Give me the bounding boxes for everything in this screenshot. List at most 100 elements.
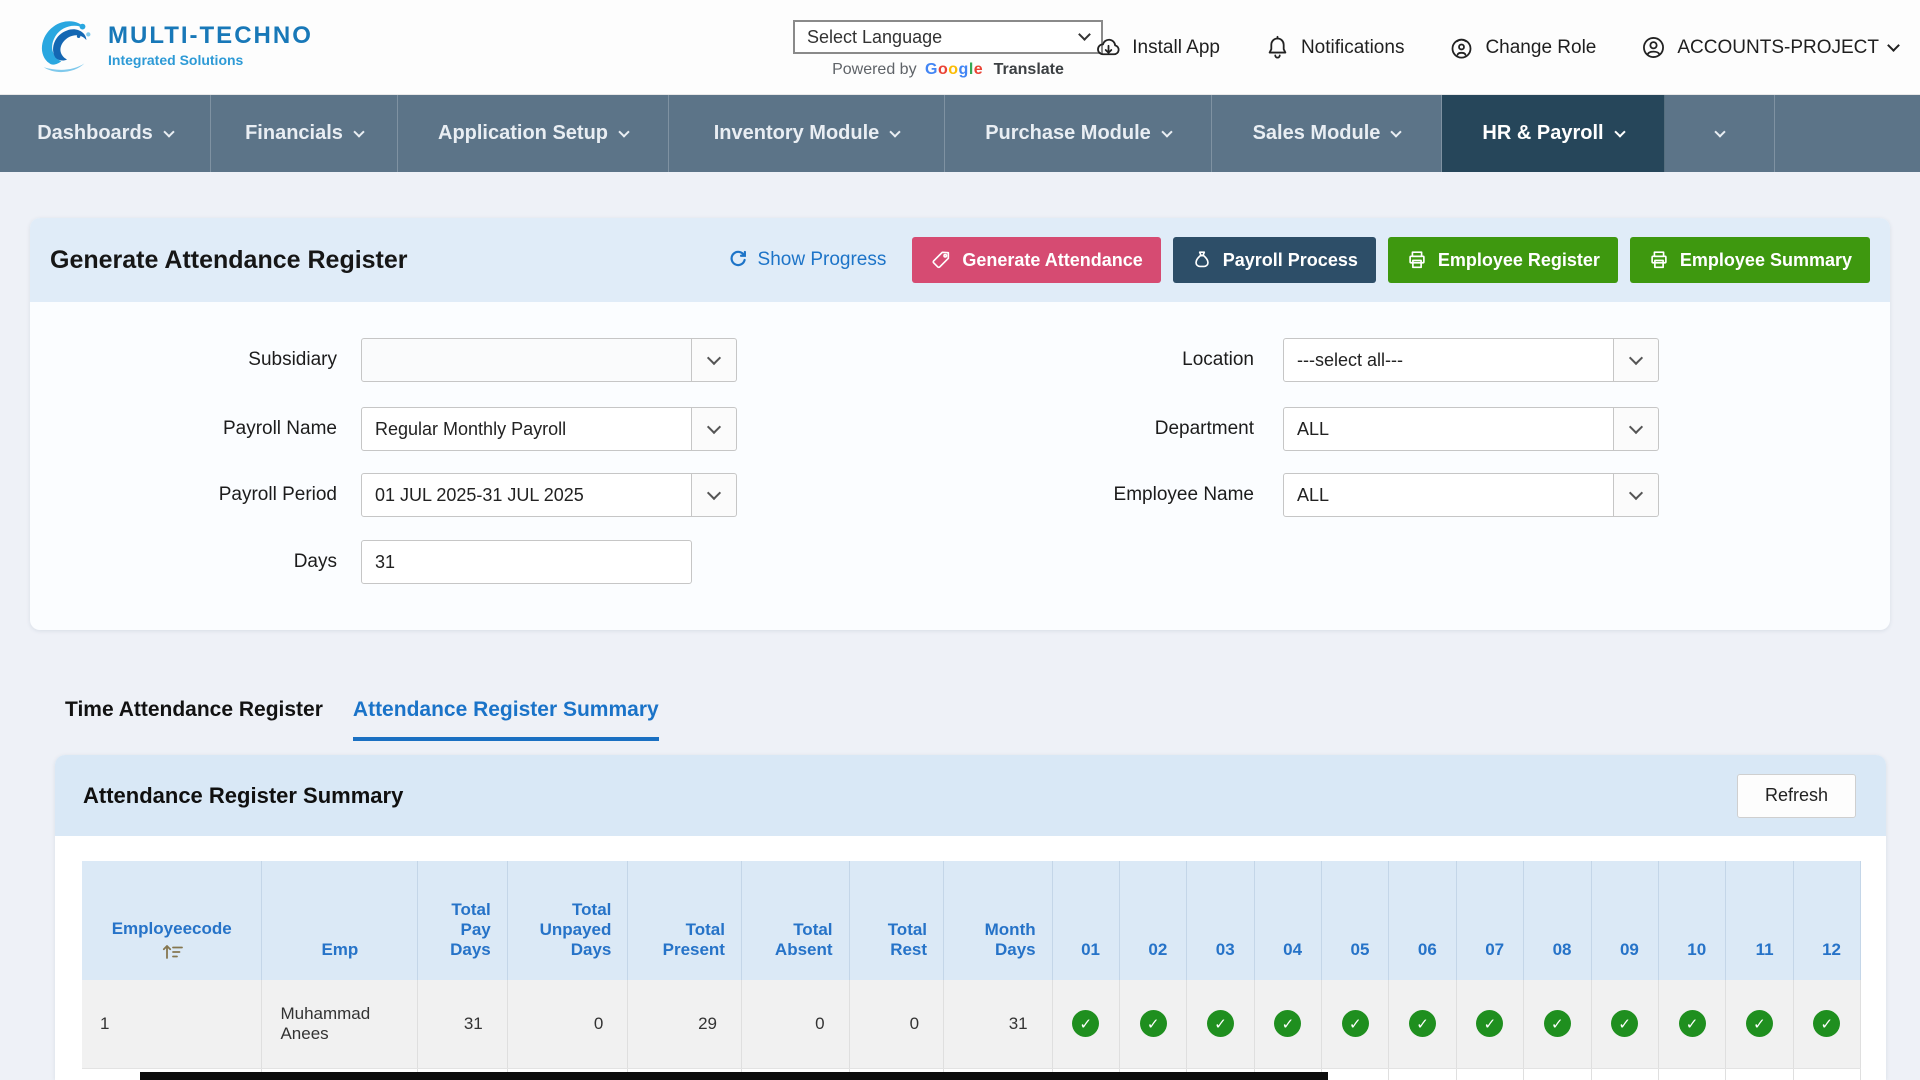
employee-name-select[interactable]: ALL bbox=[1283, 473, 1659, 517]
col-total-rest: Total Rest bbox=[849, 861, 944, 980]
nav-more-button[interactable] bbox=[1665, 95, 1775, 172]
show-progress-link[interactable]: Show Progress bbox=[727, 249, 887, 271]
payroll-process-button[interactable]: Payroll Process bbox=[1173, 237, 1376, 283]
printer-icon bbox=[1406, 249, 1428, 271]
cloud-download-icon bbox=[1095, 34, 1122, 61]
chevron-down-icon bbox=[1391, 126, 1402, 137]
department-select[interactable]: ALL bbox=[1283, 407, 1659, 451]
tab-attendance-register-summary[interactable]: Attendance Register Summary bbox=[353, 698, 659, 741]
payroll-period-label: Payroll Period bbox=[30, 484, 337, 506]
chevron-down-icon[interactable] bbox=[692, 338, 737, 382]
present-check-icon bbox=[1679, 1010, 1706, 1037]
translate-text: Translate bbox=[994, 61, 1064, 78]
cell-employeecode: 1 bbox=[82, 980, 262, 1068]
employee-register-button[interactable]: Employee Register bbox=[1388, 237, 1618, 283]
col-day-10: 10 bbox=[1658, 861, 1725, 980]
employee-name-label: Employee Name bbox=[1005, 484, 1254, 506]
days-input[interactable]: 31 bbox=[361, 540, 692, 584]
payroll-name-label: Payroll Name bbox=[30, 418, 337, 440]
panel-title: Attendance Register Summary bbox=[83, 783, 1737, 809]
nav-item-sales-module[interactable]: Sales Module bbox=[1212, 95, 1442, 172]
chevron-down-icon bbox=[1714, 126, 1725, 137]
money-bag-icon bbox=[1191, 249, 1213, 271]
col-day-06: 06 bbox=[1389, 861, 1456, 980]
nav-item-inventory-module[interactable]: Inventory Module bbox=[669, 95, 945, 172]
employee-summary-button[interactable]: Employee Summary bbox=[1630, 237, 1870, 283]
payroll-name-field: Payroll Name Regular Monthly Payroll bbox=[30, 407, 737, 451]
cell-day-08 bbox=[1524, 980, 1591, 1068]
tab-time-attendance-register[interactable]: Time Attendance Register bbox=[65, 698, 323, 741]
attendance-summary-header: Attendance Register Summary Refresh bbox=[55, 755, 1886, 836]
nav-item-dashboards[interactable]: Dashboards bbox=[0, 95, 211, 172]
col-total-present: Total Present bbox=[628, 861, 742, 980]
powered-by-google-translate: Powered by Google Translate bbox=[793, 61, 1103, 79]
cell-total-unpayed-days: 0 bbox=[507, 980, 628, 1068]
cell-day-07 bbox=[1456, 980, 1523, 1068]
chevron-down-icon[interactable] bbox=[1614, 338, 1659, 382]
chevron-down-icon bbox=[1161, 126, 1172, 137]
col-day-02: 02 bbox=[1119, 861, 1186, 980]
cell-day-04 bbox=[1254, 980, 1321, 1068]
notifications-label: Notifications bbox=[1301, 37, 1405, 59]
col-employeecode-label: Employeecode bbox=[112, 919, 232, 939]
chevron-down-icon bbox=[1887, 39, 1900, 52]
brand-logo[interactable]: MULTI-TECHNO Integrated Solutions bbox=[36, 12, 313, 78]
cell-day-01 bbox=[1052, 980, 1119, 1068]
generate-attendance-button[interactable]: Generate Attendance bbox=[912, 237, 1160, 283]
table-row: 1 Muhammad Anees 31 0 29 0 0 31 bbox=[82, 980, 1861, 1068]
present-check-icon bbox=[1409, 1010, 1436, 1037]
days-label: Days bbox=[30, 551, 337, 573]
location-field: Location ---select all--- bbox=[1005, 338, 1659, 382]
payroll-period-select[interactable]: 01 JUL 2025-31 JUL 2025 bbox=[361, 473, 737, 517]
payroll-name-select[interactable]: Regular Monthly Payroll bbox=[361, 407, 737, 451]
account-name: ACCOUNTS-PROJECT bbox=[1677, 37, 1879, 59]
nav-label: Sales Module bbox=[1253, 122, 1381, 145]
col-day-07: 07 bbox=[1456, 861, 1523, 980]
col-month-days: Month Days bbox=[944, 861, 1053, 980]
chevron-down-icon[interactable] bbox=[692, 473, 737, 517]
nav-label: Purchase Module bbox=[985, 122, 1151, 145]
nav-label: Financials bbox=[245, 122, 343, 145]
nav-item-financials[interactable]: Financials bbox=[211, 95, 398, 172]
chevron-down-icon[interactable] bbox=[1614, 473, 1659, 517]
install-app-label: Install App bbox=[1132, 37, 1220, 59]
person-broadcast-icon bbox=[1448, 34, 1475, 61]
present-check-icon bbox=[1072, 1010, 1099, 1037]
days-input-wrap: 31 bbox=[361, 540, 692, 584]
subsidiary-select[interactable] bbox=[361, 338, 737, 382]
nav-label: Application Setup bbox=[438, 122, 608, 145]
language-select[interactable]: Select Language bbox=[793, 20, 1103, 54]
page-title: Generate Attendance Register bbox=[50, 246, 715, 275]
nav-item-application-setup[interactable]: Application Setup bbox=[398, 95, 669, 172]
language-select-value: Select Language bbox=[807, 27, 942, 48]
department-label: Department bbox=[1005, 418, 1254, 440]
nav-item-hr-payroll[interactable]: HR & Payroll bbox=[1442, 95, 1665, 172]
chevron-down-icon bbox=[163, 126, 174, 137]
cell-day-10 bbox=[1658, 980, 1725, 1068]
subsidiary-label: Subsidiary bbox=[30, 349, 337, 371]
brand-logo-icon bbox=[36, 12, 98, 78]
col-day-03: 03 bbox=[1187, 861, 1254, 980]
payroll-process-label: Payroll Process bbox=[1223, 250, 1358, 271]
payroll-period-field: Payroll Period 01 JUL 2025-31 JUL 2025 bbox=[30, 473, 737, 517]
cell-day-06 bbox=[1389, 980, 1456, 1068]
refresh-button[interactable]: Refresh bbox=[1737, 774, 1856, 818]
top-actions: Install App Notifications Change Role AC… bbox=[1095, 0, 1898, 95]
change-role-label: Change Role bbox=[1485, 37, 1596, 59]
nav-label: Dashboards bbox=[37, 122, 153, 145]
cell-month-days: 31 bbox=[944, 980, 1053, 1068]
nav-item-purchase-module[interactable]: Purchase Module bbox=[945, 95, 1212, 172]
notifications-button[interactable]: Notifications bbox=[1264, 34, 1405, 61]
col-employeecode[interactable]: Employeecode bbox=[82, 861, 262, 980]
cell-total-pay-days: 31 bbox=[418, 980, 507, 1068]
chevron-down-icon[interactable] bbox=[1614, 407, 1659, 451]
present-check-icon bbox=[1476, 1010, 1503, 1037]
chevron-down-icon[interactable] bbox=[692, 407, 737, 451]
payroll-period-value: 01 JUL 2025-31 JUL 2025 bbox=[361, 473, 692, 517]
account-menu[interactable]: ACCOUNTS-PROJECT bbox=[1640, 34, 1898, 61]
change-role-button[interactable]: Change Role bbox=[1448, 34, 1596, 61]
install-app-button[interactable]: Install App bbox=[1095, 34, 1220, 61]
location-select[interactable]: ---select all--- bbox=[1283, 338, 1659, 382]
present-check-icon bbox=[1813, 1010, 1840, 1037]
col-day-04: 04 bbox=[1254, 861, 1321, 980]
